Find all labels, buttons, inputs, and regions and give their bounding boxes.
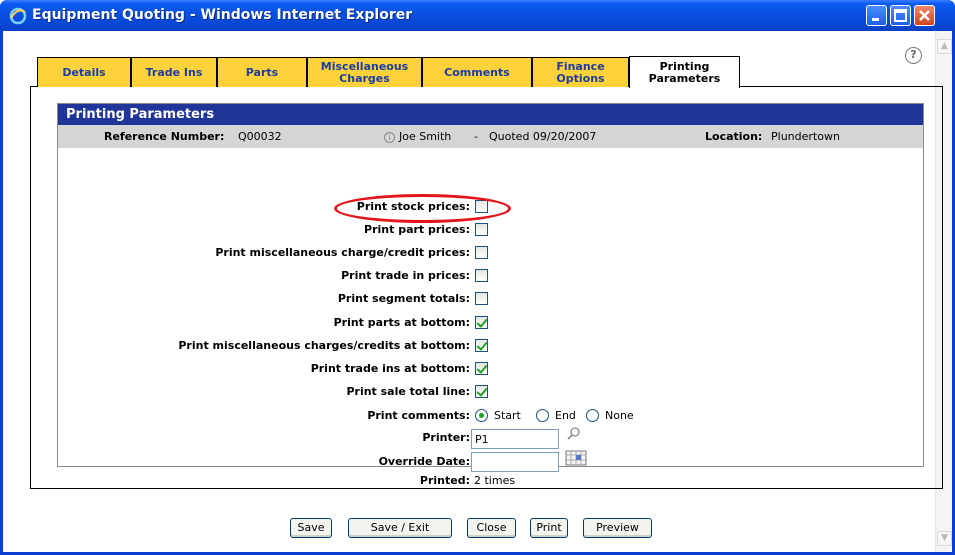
quoted-date: Quoted 09/20/2007 [489, 130, 597, 143]
preview-button[interactable]: Preview [583, 518, 652, 538]
print-parts-at-bottom-checkbox[interactable] [475, 316, 488, 329]
section-title: Printing Parameters [58, 104, 923, 125]
print-trade-ins-at-bottom-checkbox[interactable] [475, 362, 488, 375]
printed-value: 2 times [474, 474, 516, 487]
option-print-part-prices: Print part prices: [364, 223, 470, 236]
printer-row: Printer: [422, 431, 470, 444]
print-sale-total-line-checkbox[interactable] [475, 385, 488, 398]
help-icon[interactable]: ? [905, 47, 922, 64]
minimize-button[interactable] [866, 5, 887, 26]
printer-input[interactable] [471, 429, 559, 449]
scroll-down-icon[interactable]: ▼ [937, 531, 952, 546]
maximize-icon [894, 9, 907, 22]
comments-end-radio[interactable] [536, 409, 549, 422]
scroll-up-icon[interactable]: ▲ [937, 39, 952, 54]
print-trade-in-prices-checkbox[interactable] [475, 269, 488, 282]
tab-miscellaneous-charges[interactable]: Miscellaneous Charges [307, 57, 422, 87]
printed-row: Printed: [419, 474, 470, 487]
quote-info-bar: Reference Number: Q00032 i Joe Smith - Q… [58, 125, 923, 148]
comments-start-radio[interactable] [475, 409, 488, 422]
tab-parts[interactable]: Parts [217, 57, 307, 87]
override-date-row: Override Date: [378, 455, 470, 468]
tab-printing-parameters[interactable]: Printing Parameters [629, 56, 740, 88]
window-title: Equipment Quoting - Windows Internet Exp… [32, 7, 413, 23]
tab-comments[interactable]: Comments [422, 57, 532, 87]
tab-trade-ins[interactable]: Trade Ins [131, 57, 217, 87]
title-bar[interactable]: Equipment Quoting - Windows Internet Exp… [0, 0, 955, 31]
save-button[interactable]: Save [290, 518, 332, 538]
option-print-misc-at-bottom: Print miscellaneous charges/credits at b… [178, 339, 470, 352]
comments-start-label: Start [494, 409, 521, 422]
print-misc-prices-checkbox[interactable] [475, 246, 488, 259]
location-label: Location: [705, 130, 763, 143]
print-misc-at-bottom-checkbox[interactable] [475, 339, 488, 352]
comments-none-label: None [605, 409, 634, 422]
print-part-prices-checkbox[interactable] [475, 223, 488, 236]
tab-details[interactable]: Details [37, 57, 131, 87]
internet-explorer-icon [9, 7, 27, 25]
option-print-trade-ins-at-bottom: Print trade ins at bottom: [310, 362, 470, 375]
customer-info: i [384, 125, 397, 148]
customer-name[interactable]: Joe Smith [399, 125, 451, 148]
comments-end-label: End [555, 409, 576, 422]
tab-finance-options[interactable]: Finance Options [532, 57, 629, 87]
option-print-trade-in-prices: Print trade in prices: [341, 269, 470, 282]
print-segment-totals-checkbox[interactable] [475, 292, 488, 305]
quote-separator: - [474, 130, 478, 143]
reference-value: Q00032 [238, 130, 282, 143]
option-print-misc-prices: Print miscellaneous charge/credit prices… [215, 246, 470, 259]
close-icon [919, 10, 930, 21]
print-button[interactable]: Print [530, 518, 568, 538]
override-date-input[interactable] [471, 452, 559, 472]
option-print-sale-total-line: Print sale total line: [346, 385, 470, 398]
comments-none-radio[interactable] [586, 409, 599, 422]
reference-label: Reference Number: [104, 130, 225, 143]
calendar-icon[interactable] [565, 450, 587, 466]
close-window-button[interactable] [914, 5, 935, 26]
maximize-button[interactable] [890, 5, 911, 26]
info-icon: i [384, 131, 395, 143]
option-print-parts-at-bottom: Print parts at bottom: [333, 316, 470, 329]
save-exit-button[interactable]: Save / Exit [348, 518, 452, 538]
close-button[interactable]: Close [467, 518, 516, 538]
location-value: Plundertown [771, 130, 840, 143]
printer-lookup-icon[interactable] [565, 426, 581, 442]
option-print-stock-prices: Print stock prices: [356, 200, 470, 213]
option-print-segment-totals: Print segment totals: [337, 292, 470, 305]
minimize-icon [872, 18, 879, 21]
print-comments-row: Print comments: [367, 409, 470, 422]
print-stock-prices-checkbox[interactable] [475, 200, 488, 213]
